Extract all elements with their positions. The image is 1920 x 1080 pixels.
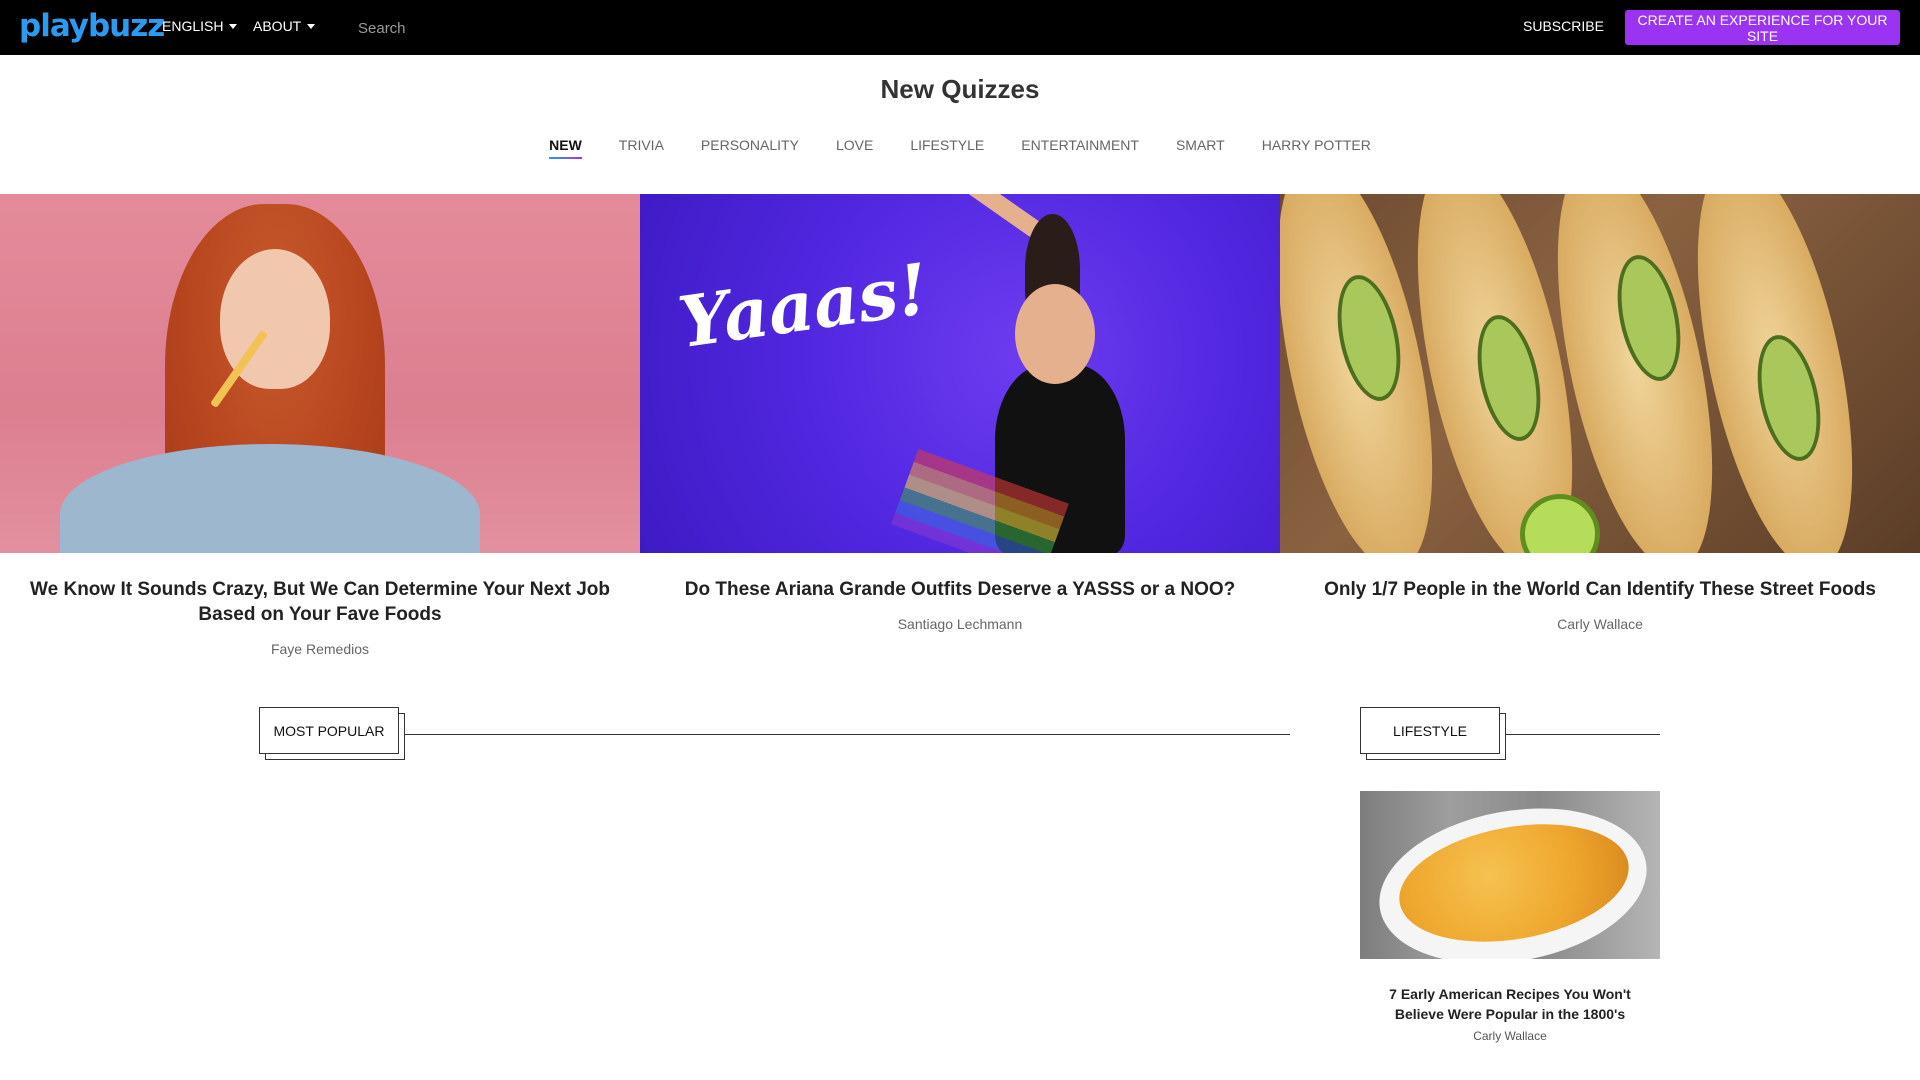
subscribe-link[interactable]: SUBSCRIBE: [1523, 18, 1604, 34]
tab-entertainment[interactable]: ENTERTAINMENT: [1021, 137, 1139, 157]
tab-new[interactable]: NEW: [549, 137, 582, 159]
denim-jacket-shape: [60, 444, 480, 553]
lifestyle-article-card[interactable]: 7 Early American Recipes You Won't Belie…: [1360, 791, 1660, 1043]
tab-trivia[interactable]: TRIVIA: [619, 137, 664, 157]
language-dropdown-label: ENGLISH: [162, 18, 224, 34]
featured-quiz-card[interactable]: Yaaas! Do These Ariana Grande Outfits De…: [640, 194, 1280, 632]
tab-smart[interactable]: SMART: [1176, 137, 1225, 157]
raised-arm-shape: [895, 194, 1046, 241]
category-tabs: NEW TRIVIA PERSONALITY LOVE LIFESTYLE EN…: [0, 137, 1920, 159]
quiz-author[interactable]: Santiago Lechmann: [640, 616, 1280, 632]
article-thumbnail-mac-and-cheese[interactable]: [1360, 791, 1660, 959]
quiz-author[interactable]: Faye Remedios: [0, 641, 640, 657]
quiz-thumbnail-woman-eating-fries[interactable]: [0, 194, 640, 553]
featured-quiz-card[interactable]: Only 1/7 People in the World Can Identif…: [1280, 194, 1920, 632]
section-divider-line: [1505, 734, 1660, 735]
most-popular-section-tag[interactable]: MOST POPULAR: [259, 707, 399, 754]
language-dropdown[interactable]: ENGLISH: [162, 18, 238, 34]
tab-personality[interactable]: PERSONALITY: [701, 137, 799, 157]
article-author[interactable]: Carly Wallace: [1360, 1029, 1660, 1043]
create-experience-button[interactable]: CREATE AN EXPERIENCE FOR YOUR SITE: [1625, 10, 1900, 45]
performer-face-shape: [1015, 284, 1095, 384]
top-navigation-bar: playbuzz ENGLISH ABOUT SUBSCRIBE CREATE …: [0, 0, 1920, 55]
search-input[interactable]: [356, 14, 660, 42]
quiz-thumbnail-performer[interactable]: Yaaas!: [640, 194, 1280, 553]
about-dropdown[interactable]: ABOUT: [253, 18, 316, 34]
tab-harry-potter[interactable]: HARRY POTTER: [1262, 137, 1371, 157]
playbuzz-logo[interactable]: playbuzz: [19, 8, 165, 44]
lifestyle-section-tag[interactable]: LIFESTYLE: [1360, 707, 1500, 754]
quiz-title[interactable]: Do These Ariana Grande Outfits Deserve a…: [660, 577, 1260, 602]
quiz-thumbnail-tacos[interactable]: [1280, 194, 1920, 553]
tab-love[interactable]: LOVE: [836, 137, 873, 157]
page-title: New Quizzes: [880, 74, 1040, 104]
article-title[interactable]: 7 Early American Recipes You Won't Belie…: [1360, 984, 1660, 1024]
featured-quiz-card[interactable]: We Know It Sounds Crazy, But We Can Dete…: [0, 194, 640, 657]
about-dropdown-label: ABOUT: [253, 18, 302, 34]
chevron-down-icon: [229, 23, 238, 29]
chevron-down-icon: [307, 23, 316, 29]
quiz-author[interactable]: Carly Wallace: [1280, 616, 1920, 632]
tab-lifestyle[interactable]: LIFESTYLE: [910, 137, 984, 157]
quiz-title[interactable]: We Know It Sounds Crazy, But We Can Dete…: [20, 577, 620, 627]
section-divider-line: [404, 734, 1290, 735]
yaaas-overlay-text: Yaaas!: [673, 246, 934, 365]
quiz-title[interactable]: Only 1/7 People in the World Can Identif…: [1300, 577, 1900, 602]
